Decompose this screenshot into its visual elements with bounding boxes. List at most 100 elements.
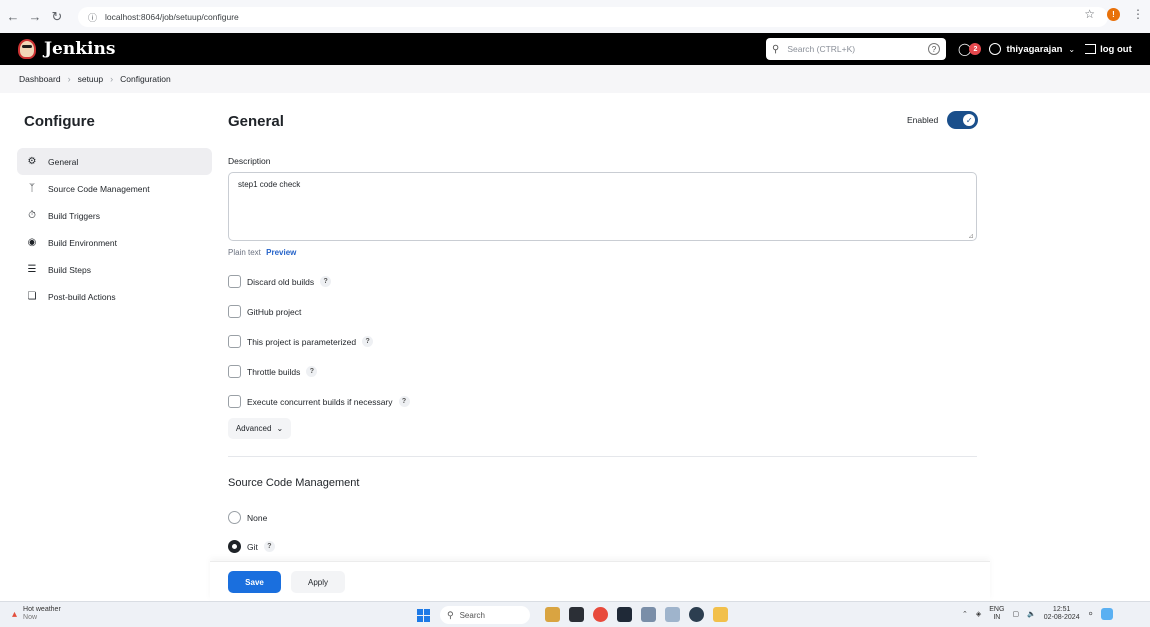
advanced-button[interactable]: Advanced ⌄ xyxy=(228,418,291,439)
preview-link[interactable]: Preview xyxy=(266,248,296,257)
back-arrow-icon[interactable]: ← xyxy=(4,8,22,26)
sidebar-item-source-code-management[interactable]: ᛉ Source Code Management xyxy=(17,175,212,202)
app-icon[interactable] xyxy=(689,607,704,622)
radio-button[interactable] xyxy=(228,511,241,524)
chevron-down-icon[interactable]: ⌄ xyxy=(1068,45,1075,54)
sidebar-item-general[interactable]: ⚙ General xyxy=(17,148,212,175)
check-icon: ✓ xyxy=(963,114,976,126)
option-label[interactable]: Throttle builds xyxy=(247,367,300,377)
taskbar-apps xyxy=(545,607,728,622)
gear-icon: ⚙ xyxy=(27,156,37,167)
system-tray: ⌃ ◈ ENG IN ▢ 🔈 12:51 02-08-2024 ⚪ xyxy=(962,606,1114,622)
option-discard-old-builds: Discard old builds ? xyxy=(228,275,332,288)
globe-icon: ◉ xyxy=(27,237,37,248)
extension-icon[interactable]: ! xyxy=(1107,7,1120,21)
list-icon: ☰ xyxy=(27,264,37,275)
option-concurrent-builds: Execute concurrent builds if necessary ? xyxy=(228,395,410,408)
checkbox[interactable] xyxy=(228,305,241,318)
search-help-icon[interactable]: ? xyxy=(928,43,940,55)
clock[interactable]: 12:51 02-08-2024 xyxy=(1044,606,1080,622)
radio-label[interactable]: Git xyxy=(247,542,258,552)
help-icon[interactable]: ? xyxy=(362,336,374,347)
weather-widget[interactable]: ▴ Hot weather Now xyxy=(12,606,61,622)
display-icon[interactable]: ▢ xyxy=(1012,610,1019,618)
help-icon[interactable]: ? xyxy=(263,541,275,552)
description-textarea[interactable] xyxy=(228,172,977,241)
url-text: localhost:8064/job/setuup/configure xyxy=(105,12,239,22)
option-label[interactable]: Discard old builds xyxy=(247,277,314,287)
taskbar-search[interactable]: ⚲ Search xyxy=(440,606,530,624)
sidebar-item-label: Source Code Management xyxy=(48,183,150,194)
language-indicator[interactable]: ENG IN xyxy=(989,606,1004,622)
app-icon[interactable] xyxy=(641,607,656,622)
terminal-icon[interactable] xyxy=(617,607,632,622)
help-icon[interactable]: ? xyxy=(306,366,318,377)
breadcrumb: Dashboard › setuup › Configuration xyxy=(0,65,1150,93)
sidebar-item-build-environment[interactable]: ◉ Build Environment xyxy=(17,229,212,256)
notification-badge[interactable]: 2 xyxy=(969,43,982,55)
app-icon[interactable] xyxy=(545,607,560,622)
resize-grip-icon[interactable]: ⊿ xyxy=(968,232,974,240)
option-label[interactable]: Execute concurrent builds if necessary xyxy=(247,397,393,407)
sidebar-nav: ⚙ General ᛉ Source Code Management ⏱ Bui… xyxy=(17,148,212,310)
box-icon: ❏ xyxy=(27,291,37,302)
sidebar-item-build-steps[interactable]: ☰ Build Steps xyxy=(17,256,212,283)
logout-label: log out xyxy=(1100,43,1132,55)
windows-start-icon[interactable] xyxy=(417,609,430,622)
checkbox[interactable] xyxy=(228,395,241,408)
chevron-right-icon: › xyxy=(110,74,114,84)
thermometer-icon: ▴ xyxy=(12,608,18,620)
save-button[interactable]: Save xyxy=(228,571,281,593)
search-placeholder: Search (CTRL+K) xyxy=(787,44,856,54)
option-github-project: GitHub project xyxy=(228,305,301,318)
sidebar-item-label: Build Triggers xyxy=(48,210,100,221)
copilot-icon[interactable] xyxy=(1101,608,1114,620)
checkbox[interactable] xyxy=(228,365,241,378)
reload-icon[interactable]: ↻ xyxy=(48,8,66,26)
radio-button[interactable] xyxy=(228,540,241,553)
file-explorer-icon[interactable] xyxy=(713,607,728,622)
description-label: Description xyxy=(228,156,271,166)
enabled-control: Enabled ✓ xyxy=(907,111,979,129)
logout-link[interactable]: log out xyxy=(1085,44,1132,55)
site-info-icon[interactable]: ⓘ xyxy=(88,11,97,24)
address-bar[interactable]: ⓘ localhost:8064/job/setuup/configure xyxy=(78,7,1108,27)
chrome-icon[interactable] xyxy=(593,607,608,622)
weather-title: Hot weather xyxy=(23,606,61,613)
bell-icon[interactable]: ⚪ xyxy=(1088,610,1094,618)
sidebar-item-label: Post-build Actions xyxy=(48,291,116,302)
browser-menu-icon[interactable]: ⋮ xyxy=(1132,7,1144,21)
checkbox[interactable] xyxy=(228,335,241,348)
option-label[interactable]: GitHub project xyxy=(247,307,301,317)
breadcrumb-job[interactable]: setuup xyxy=(78,74,104,84)
network-icon[interactable]: ◈ xyxy=(976,610,981,618)
app-icon[interactable] xyxy=(665,607,680,622)
chevron-up-icon[interactable]: ⌃ xyxy=(962,610,968,618)
checkbox[interactable] xyxy=(228,275,241,288)
help-icon[interactable]: ? xyxy=(398,396,410,407)
option-label[interactable]: This project is parameterized xyxy=(247,337,356,347)
sidebar-item-post-build-actions[interactable]: ❏ Post-build Actions xyxy=(17,283,212,310)
sidebar-item-build-triggers[interactable]: ⏱ Build Triggers xyxy=(17,202,212,229)
jenkins-logo[interactable]: Jenkins xyxy=(18,39,115,59)
scm-option-none: None xyxy=(228,511,267,524)
breadcrumb-dashboard[interactable]: Dashboard xyxy=(19,74,61,84)
enabled-toggle[interactable]: ✓ xyxy=(947,111,979,129)
logout-icon xyxy=(1085,44,1097,54)
forward-arrow-icon[interactable]: → xyxy=(26,8,44,26)
breadcrumb-configuration[interactable]: Configuration xyxy=(120,74,171,84)
preview-row: Plain text Preview xyxy=(228,248,296,257)
sidebar-item-label: Build Steps xyxy=(48,264,91,275)
windows-taskbar: ▴ Hot weather Now ⚲ Search ⌃ ◈ ENG IN ▢ … xyxy=(0,601,1150,627)
apply-button[interactable]: Apply xyxy=(291,571,345,593)
search-input[interactable]: ⚲ Search (CTRL+K) ? xyxy=(766,38,946,60)
username-link[interactable]: thiyagarajan xyxy=(1006,44,1062,55)
radio-label[interactable]: None xyxy=(247,513,267,523)
app-icon[interactable] xyxy=(569,607,584,622)
time-text: 12:51 xyxy=(1052,606,1071,613)
speaker-icon[interactable]: 🔈 xyxy=(1027,610,1036,618)
section-divider xyxy=(228,456,977,457)
bookmark-star-icon[interactable]: ☆ xyxy=(1084,7,1095,21)
help-icon[interactable]: ? xyxy=(320,276,332,287)
jenkins-butler-icon xyxy=(18,39,36,59)
